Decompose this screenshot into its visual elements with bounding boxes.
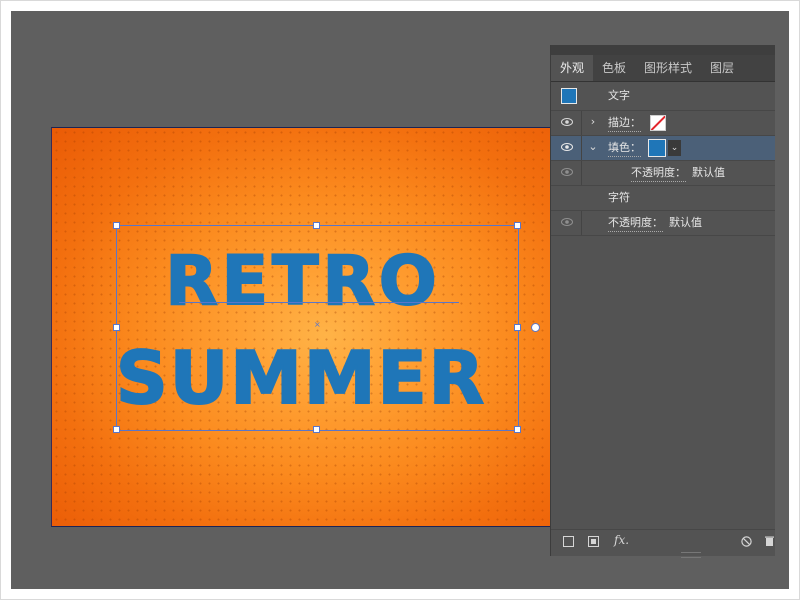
handle-top-right[interactable] [514,222,521,229]
stroke-label[interactable]: 描边： [608,115,641,132]
handle-bottom-left[interactable] [113,426,120,433]
chevron-down-icon[interactable]: ⌄ [587,140,599,153]
fill-label[interactable]: 填色： [608,140,641,157]
row-object[interactable]: 文字 [551,82,775,111]
stroke-swatch-none[interactable] [650,115,666,131]
handle-top-center[interactable] [313,222,320,229]
text-baseline [179,302,459,303]
tab-graphic-styles[interactable]: 图形样式 [635,55,701,81]
handle-top-left[interactable] [113,222,120,229]
tab-layers[interactable]: 图层 [701,55,743,81]
eye-icon[interactable] [561,218,573,226]
tab-swatches[interactable]: 色板 [593,55,635,81]
row-fill-opacity[interactable]: 不透明度： 默认值 [551,161,775,186]
clear-appearance-icon[interactable] [588,536,599,550]
handle-middle-left[interactable] [113,324,120,331]
appearance-panel: 外观 色板 图形样式 图层 文字 › 描边： ⌄ 填色： ⌄ 不透明度： 默认值… [550,45,775,558]
row-stroke[interactable]: › 描边： [551,111,775,136]
panel-tabs: 外观 色板 图形样式 图层 [551,55,775,82]
center-point-icon: × [314,320,321,329]
row-opacity[interactable]: 不透明度： 默认值 [551,211,775,236]
eye-icon[interactable] [561,143,573,151]
no-icon[interactable] [741,536,752,550]
chevron-right-icon[interactable]: › [587,115,599,128]
fx-icon[interactable]: fx. [614,534,629,546]
delete-icon[interactable] [765,536,774,550]
appearance-rows: 文字 › 描边： ⌄ 填色： ⌄ 不透明度： 默认值 字符 不透明度： 默认值 [551,82,775,236]
opacity-value: 默认值 [669,216,702,229]
rotate-handle[interactable] [531,323,540,332]
panel-footer: fx. [551,529,775,558]
panel-resize-grip[interactable] [681,552,701,558]
object-thumbnail [561,88,577,104]
handle-bottom-right[interactable] [514,426,521,433]
canvas-workspace[interactable]: RETRO SUMMER × 外观 色板 图形样式 图层 文字 › 描边： ⌄ … [11,11,789,589]
eye-icon[interactable] [561,168,573,176]
row-fill[interactable]: ⌄ 填色： ⌄ [551,136,775,161]
eye-icon[interactable] [561,118,573,126]
characters-label: 字符 [608,191,630,204]
handle-bottom-center[interactable] [313,426,320,433]
new-art-icon[interactable] [563,536,574,550]
fill-opacity-value: 默认值 [692,166,725,179]
fill-dropdown-icon[interactable]: ⌄ [668,140,681,156]
object-title: 文字 [608,89,630,102]
opacity-label[interactable]: 不透明度： [608,215,663,232]
row-characters[interactable]: 字符 [551,186,775,211]
fill-swatch[interactable] [648,139,666,157]
panel-title-bar[interactable] [551,45,775,55]
tab-appearance[interactable]: 外观 [551,55,594,81]
handle-middle-right[interactable] [514,324,521,331]
fill-opacity-label[interactable]: 不透明度： [631,165,686,182]
